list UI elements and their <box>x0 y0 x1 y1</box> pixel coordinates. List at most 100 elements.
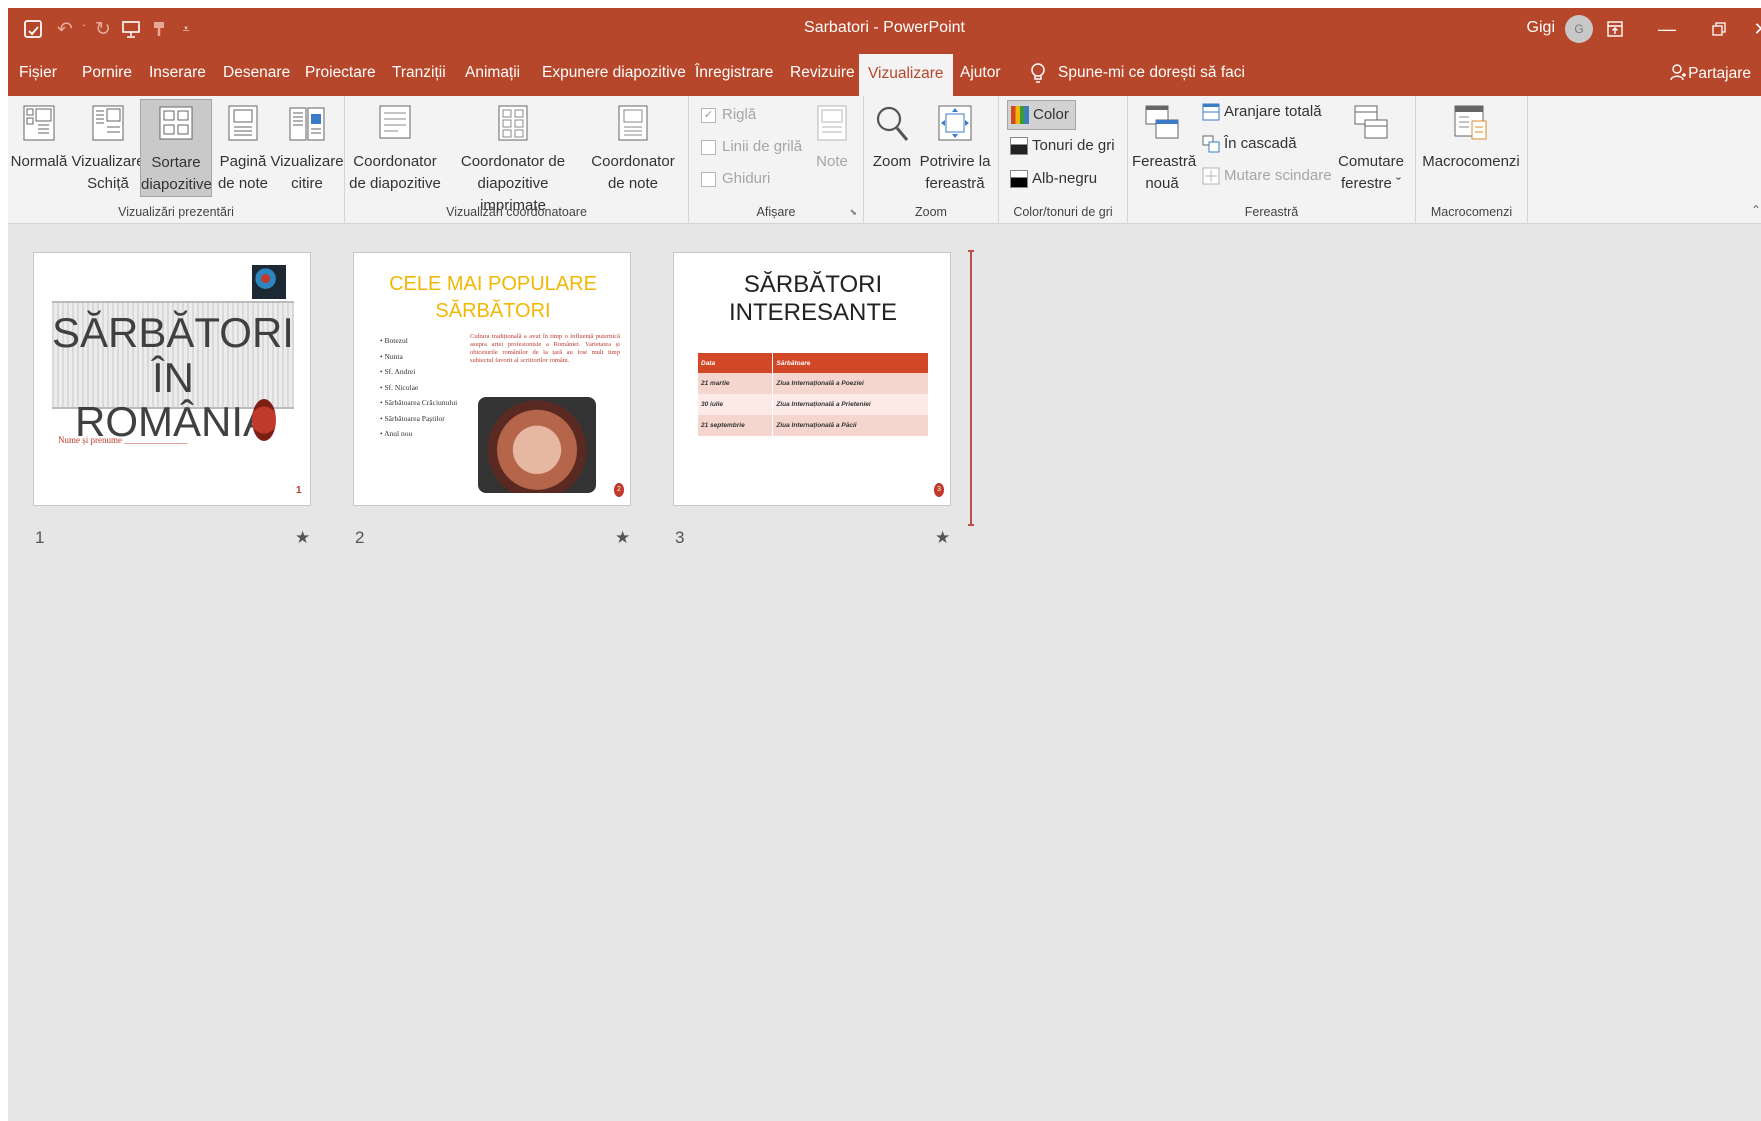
tab-view[interactable]: Vizualizare <box>859 54 953 96</box>
switch-windows-button[interactable]: Comutare ferestre ˇ <box>1334 99 1408 197</box>
tab-insert[interactable]: Inserare <box>149 50 206 96</box>
grayscale-label: Tonuri de gri <box>1032 137 1115 154</box>
slide-1-name-line: Nume și prenume ______________ <box>58 435 188 445</box>
slide-number-1: 1 <box>35 528 45 547</box>
slide-master-label-2: de diapozitive <box>349 175 441 192</box>
table-cell: 30 iulie <box>698 394 774 415</box>
dialog-launcher-icon[interactable]: ⬊ <box>849 207 857 218</box>
tell-me-search[interactable]: Spune-mi ce dorești să faci <box>1058 50 1245 96</box>
cascade-button[interactable]: În cascadă <box>1202 131 1297 157</box>
slide-number-3: 3 <box>675 528 685 547</box>
table-header-cell: Data <box>698 353 774 373</box>
guides-label: Ghiduri <box>722 170 771 187</box>
notes-button[interactable]: Note <box>807 99 857 197</box>
switch-windows-label-2: ferestre ˇ <box>1340 175 1401 192</box>
bullet-item: • Sărbătoarea Paștilor <box>380 413 445 423</box>
tab-home[interactable]: Pornire <box>82 50 132 96</box>
group-label-presentation-views: Vizualizări prezentări <box>118 205 234 219</box>
group-zoom: Zoom Potrivire la fereastră Zoom <box>864 96 999 224</box>
color-button[interactable]: Color <box>1007 100 1076 130</box>
reading-view-label-2: citire <box>291 175 323 192</box>
document-title: Sarbatori - PowerPoint <box>804 19 965 36</box>
fit-to-window-button[interactable]: Potrivire la fereastră <box>916 99 994 197</box>
slide-master-button[interactable]: Coordonator de diapozitive <box>349 99 441 197</box>
bullet-item: • Sărbătoarea Crăciunului <box>380 398 458 407</box>
table-cell: Ziua Internațională a Păcii <box>776 422 857 429</box>
tab-review[interactable]: Revizuire <box>790 50 855 96</box>
slide-master-label-1: Coordonator <box>353 153 437 170</box>
slide-2-title-line-2: SĂRBĂTORI <box>435 300 551 322</box>
slide-1[interactable]: SĂRBĂTORI ÎN ROMÂNIA Nume și prenume ___… <box>33 252 311 506</box>
new-window-button[interactable]: Fereastră nouă <box>1132 99 1197 197</box>
tab-draw[interactable]: Desenare <box>223 50 290 96</box>
table-header-row: Data Sărbătoare <box>698 353 928 373</box>
slide-master-icon <box>379 105 411 146</box>
slide-1-title-line-1: SĂRBĂTORI <box>52 309 294 356</box>
slide-3[interactable]: SĂRBĂTORI INTERESANTE Data Sărbătoare 21… <box>673 252 951 506</box>
new-window-label-1: Fereastră <box>1132 153 1197 170</box>
color-label: Color <box>1033 106 1069 123</box>
notes-page-icon <box>228 105 258 148</box>
group-label-macros: Macrocomenzi <box>1430 205 1513 219</box>
black-white-button[interactable]: Alb-negru <box>1007 166 1097 192</box>
slide-1-photo <box>252 265 286 299</box>
slide-sorter-icon <box>159 106 193 147</box>
new-window-label-2: nouă <box>1145 175 1179 192</box>
transition-star-icon[interactable]: ★ <box>615 528 630 548</box>
reading-view-button[interactable]: Vizualizare citire <box>270 99 344 197</box>
minimize-icon[interactable]: — <box>1647 14 1687 44</box>
macros-button[interactable]: Macrocomenzi <box>1418 99 1524 197</box>
arrange-all-button[interactable]: Aranjare totală <box>1202 99 1322 125</box>
notes-master-label-2: de note <box>607 175 659 192</box>
user-name[interactable]: Gigi <box>1527 19 1555 37</box>
title-bar: ↶ ˇ ↻ ⩡ Sarbatori - PowerPoint Gigi G — … <box>8 8 1761 50</box>
handout-master-button[interactable]: Coordonator de diapozitive imprimate <box>443 99 583 214</box>
cascade-icon <box>1202 135 1220 153</box>
ruler-label: Riglă <box>722 106 757 123</box>
reading-view-label-1: Vizualizare <box>270 153 344 170</box>
notes-master-label-1: Coordonator <box>591 153 675 170</box>
tab-help[interactable]: Ajutor <box>960 50 1001 96</box>
tab-file[interactable]: Fișier <box>19 50 57 96</box>
transition-star-icon[interactable]: ★ <box>935 528 950 548</box>
bullet-item: • Botezul <box>380 336 408 345</box>
tab-record[interactable]: Înregistrare <box>695 50 773 96</box>
notes-master-button[interactable]: Coordonator de note <box>585 99 681 197</box>
group-show: ✓ Riglă Linii de grilă Ghiduri Note Afișa… <box>689 96 864 224</box>
grayscale-swatch-icon <box>1010 137 1028 155</box>
guides-checkbox[interactable]: Ghiduri <box>701 166 770 192</box>
normal-view-label: Normală <box>10 153 68 170</box>
gridlines-checkbox[interactable]: Linii de grilă <box>701 134 802 160</box>
slide-2[interactable]: CELE MAI POPULARE SĂRBĂTORI • Botezul • … <box>353 252 631 506</box>
tab-transitions[interactable]: Tranziții <box>392 50 446 96</box>
normal-view-button[interactable]: Normală <box>10 99 68 197</box>
tab-animations[interactable]: Animații <box>465 50 520 96</box>
grayscale-button[interactable]: Tonuri de gri <box>1007 133 1115 159</box>
group-label-zoom: Zoom <box>915 205 947 219</box>
close-icon[interactable]: ✕ <box>1741 14 1761 44</box>
black-white-swatch-icon <box>1010 170 1028 188</box>
handout-master-label-1: Coordonator de <box>460 153 566 170</box>
transition-star-icon[interactable]: ★ <box>295 528 310 548</box>
move-split-button[interactable]: Mutare scindare <box>1202 163 1332 189</box>
outline-view-label-1: Vizualizare <box>71 153 145 170</box>
notes-page-button[interactable]: Pagină de note <box>216 99 270 197</box>
zoom-label: Zoom <box>872 153 912 170</box>
tab-design[interactable]: Proiectare <box>305 50 376 96</box>
restore-icon[interactable] <box>1699 14 1739 44</box>
ruler-checkbox[interactable]: ✓ Riglă <box>701 102 756 128</box>
powerpoint-window: ↶ ˇ ↻ ⩡ Sarbatori - PowerPoint Gigi G — … <box>8 8 1761 1121</box>
share-button[interactable]: Partajare <box>1670 50 1751 96</box>
group-window: Fereastră nouă Aranjare totală În cascadă… <box>1128 96 1416 224</box>
group-presentation-views: Normală Vizualizare Schiță Sortare diapozi… <box>8 96 345 224</box>
outline-view-button[interactable]: Vizualizare Schiță <box>70 99 146 197</box>
avatar[interactable]: G <box>1565 15 1593 43</box>
bullet-item: • Sf. Andrei <box>380 367 416 376</box>
ribbon-display-options-icon[interactable] <box>1595 14 1635 44</box>
tab-slideshow[interactable]: Expunere diapozitive <box>542 50 686 96</box>
slide-2-bullet-list: • Botezul • Nunta • Sf. Andrei • Sf. Nic… <box>380 333 480 442</box>
fit-to-window-icon <box>938 105 972 148</box>
collapse-ribbon-icon[interactable]: ⌃ <box>1751 203 1761 217</box>
zoom-button[interactable]: Zoom <box>870 99 914 197</box>
slide-sorter-button[interactable]: Sortare diapozitive <box>140 99 212 197</box>
